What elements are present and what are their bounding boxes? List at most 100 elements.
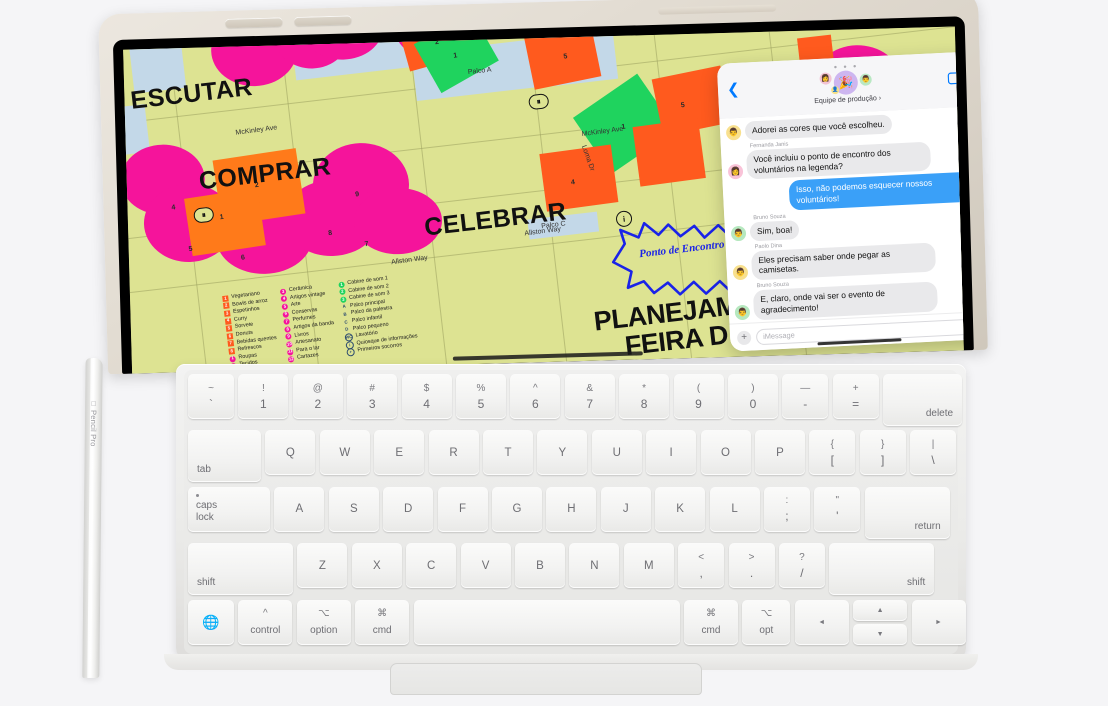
key-2[interactable]: @2	[292, 374, 343, 419]
key-v[interactable]: V	[460, 543, 511, 589]
key-shift-left[interactable]: shift	[188, 543, 293, 596]
key-x[interactable]: X	[351, 543, 402, 589]
key-left-bracket[interactable]: {[	[809, 430, 856, 476]
key-caps-lock[interactable]: caps lock	[188, 486, 270, 532]
key-t[interactable]: T	[482, 430, 533, 476]
messages-app-window[interactable]: • • • ❮ 👩 🎉 👨 👤 Equipe de produção › 👨 A…	[716, 51, 964, 352]
key-tilde[interactable]: ~ `	[188, 374, 234, 419]
legend-marker-icon: 2	[222, 302, 230, 310]
key-0[interactable]: ) 0	[727, 374, 778, 419]
key-lower-label: 4	[423, 396, 430, 411]
key-upper-label: :	[785, 495, 789, 507]
volume-down-button[interactable]	[294, 15, 352, 26]
key-e[interactable]: E	[374, 430, 425, 476]
key-3[interactable]: #3	[347, 374, 398, 419]
key-w[interactable]: W	[319, 430, 370, 476]
key-m[interactable]: M	[623, 543, 674, 589]
key-lower-label: 8	[640, 396, 648, 411]
key-option-label: option	[310, 624, 338, 636]
keyboard-row-numbers: ~ ` ! 1 @2 #3 $4 % 5 ^ 6 & 7 * 8 (9 ) 0 — - + = d…	[188, 374, 963, 426]
key-o[interactable]: O	[700, 430, 751, 476]
key-5[interactable]: % 5	[455, 374, 506, 419]
legend-marker-icon: B	[343, 311, 347, 317]
map-poi-restroom[interactable]: ⏸	[527, 93, 550, 111]
key-lower-label: 5	[477, 396, 485, 411]
key-b[interactable]: B	[514, 543, 565, 589]
key-slash[interactable]: ? /	[778, 543, 825, 589]
key-control[interactable]: ^ control	[238, 599, 293, 645]
key-d[interactable]: D	[383, 486, 434, 532]
key-f[interactable]: F	[437, 486, 488, 532]
key-8[interactable]: * 8	[619, 374, 670, 419]
key-r[interactable]: R	[428, 430, 479, 476]
key-globe[interactable]: 🌐	[188, 599, 234, 645]
key-q[interactable]: Q	[265, 430, 316, 476]
key-7[interactable]: & 7	[564, 374, 615, 419]
key-right-bracket[interactable]: }]	[859, 430, 906, 476]
key-comma[interactable]: <,	[678, 543, 725, 589]
key-quote[interactable]: " '	[814, 486, 861, 532]
key-g[interactable]: G	[491, 486, 542, 532]
magic-keyboard[interactable]: ~ ` ! 1 @2 #3 $4 % 5 ^ 6 & 7 * 8 (9 ) 0 — - + = d…	[78, 358, 1008, 695]
volume-up-button[interactable]	[225, 17, 283, 28]
group-avatar-cluster[interactable]: 👩 🎉 👨 👤	[813, 69, 880, 96]
key-cmd-left[interactable]: ⌘ cmd	[355, 599, 410, 645]
key-lower-label: .	[749, 565, 754, 580]
key-cmd-right[interactable]: ⌘ cmd	[683, 599, 738, 645]
back-chevron-icon[interactable]: ❮	[727, 81, 740, 99]
key-s[interactable]: S	[328, 486, 379, 532]
key-option-symbol: ⌥	[318, 607, 330, 619]
message-thread[interactable]: 👨 Adorei as cores que você escolheu. Fer…	[719, 106, 964, 325]
key-k[interactable]: K	[655, 486, 706, 532]
key-l[interactable]: L	[709, 486, 760, 532]
key-h[interactable]: H	[546, 486, 597, 532]
add-attachment-button[interactable]: +	[736, 330, 752, 345]
message-bubble-incoming[interactable]: Sim, boa!	[749, 219, 800, 241]
key-upper-label: (	[696, 382, 701, 394]
key-delete[interactable]: delete	[883, 374, 963, 426]
key-4[interactable]: $4	[401, 374, 452, 419]
key-lower-label: 7	[586, 396, 594, 411]
key-y[interactable]: Y	[537, 430, 588, 476]
keyboard-trackpad[interactable]	[390, 663, 702, 695]
key-space[interactable]	[413, 599, 680, 645]
key-equals[interactable]: + =	[832, 374, 879, 419]
key-upper-label: $	[423, 382, 430, 394]
legend-marker-icon: 4	[224, 317, 232, 325]
key-backslash[interactable]: | \	[910, 430, 957, 476]
message-bubble-outgoing[interactable]: Isso, não podemos esquecer nossos volunt…	[788, 171, 964, 211]
key-semicolon[interactable]: :;	[763, 486, 810, 532]
key-period[interactable]: >.	[728, 543, 775, 589]
key-6[interactable]: ^ 6	[510, 374, 561, 419]
key-j[interactable]: J	[600, 486, 651, 532]
legend-marker-icon: 7	[283, 318, 291, 326]
key-control-label: control	[250, 624, 281, 636]
key-arrow-down[interactable]: ▼	[853, 623, 908, 645]
key-9[interactable]: (9	[673, 374, 724, 419]
key-n[interactable]: N	[569, 543, 620, 589]
legend-column-stages: 1 Cabine de som 1 2 Cabine de som 2 3 Cabin…	[338, 273, 419, 357]
key-upper-label: +	[852, 382, 859, 394]
key-tab[interactable]: tab	[188, 430, 261, 483]
key-arrow-up[interactable]: ▲	[853, 599, 908, 621]
key-a[interactable]: A	[274, 486, 325, 532]
key-1[interactable]: ! 1	[238, 374, 289, 419]
key-arrow-left[interactable]: ◄	[794, 599, 849, 645]
key-opt-right[interactable]: ⌥ opt	[742, 599, 791, 645]
map-block-number: 9	[354, 191, 360, 199]
key-upper-label: @	[312, 382, 323, 394]
key-option-left[interactable]: ⌥ option	[296, 599, 351, 645]
key-arrow-right[interactable]: ►	[911, 599, 966, 645]
key-i[interactable]: I	[646, 430, 697, 476]
video-camera-icon[interactable]	[947, 71, 964, 85]
key-p[interactable]: P	[754, 430, 805, 476]
key-shift-right[interactable]: shift	[829, 543, 935, 596]
globe-icon: 🌐	[202, 613, 220, 630]
key-c[interactable]: C	[406, 543, 457, 589]
key-z[interactable]: Z	[297, 543, 348, 589]
key-minus[interactable]: — -	[782, 374, 829, 419]
key-lower-label: 2	[314, 396, 322, 411]
ipad-display: 2 1 4 5 6 8 7 9 2 1 5 1 4 5 6 ESCUTAR	[112, 16, 974, 374]
key-return[interactable]: return	[864, 486, 950, 539]
key-u[interactable]: U	[591, 430, 642, 476]
